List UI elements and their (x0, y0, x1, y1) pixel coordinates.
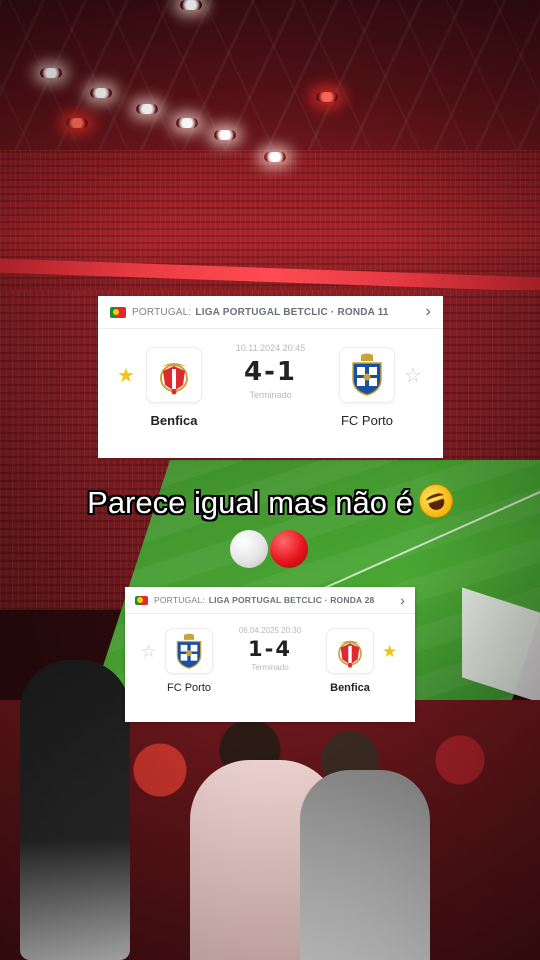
portugal-flag-icon (135, 595, 148, 605)
league-label: LIGA PORTUGAL BETCLIC · RONDA 28 (208, 595, 375, 605)
home-team-name: Benfica (150, 413, 198, 428)
league-label: LIGA PORTUGAL BETCLIC · RONDA 11 (195, 306, 389, 318)
benfica-crest-icon (326, 628, 374, 674)
match-card[interactable]: PORTUGAL: LIGA PORTUGAL BETCLIC · RONDA … (98, 296, 443, 458)
score-block: 06.04.2025 20:30 1-4 Terminado (215, 626, 325, 672)
away-team[interactable]: Benfica (310, 628, 390, 694)
white-circle-icon (230, 530, 268, 568)
match-status: Terminado (251, 663, 289, 672)
home-team-name: FC Porto (166, 682, 211, 694)
chevron-right-icon[interactable]: › (425, 304, 431, 320)
away-team[interactable]: FC Porto (317, 347, 417, 428)
favorite-star-outline-icon[interactable]: ☆ (404, 366, 422, 386)
porto-crest-icon (339, 347, 395, 403)
porto-crest-icon (165, 628, 213, 674)
benfica-crest-icon (146, 347, 202, 403)
country-label: PORTUGAL: (132, 306, 192, 318)
league-header[interactable]: PORTUGAL: LIGA PORTUGAL BETCLIC · RONDA … (98, 296, 443, 329)
club-colors-emoji (230, 530, 308, 568)
country-label: PORTUGAL: (154, 595, 205, 605)
photo-vignette (0, 0, 540, 960)
match-row[interactable]: ☆ FC Porto 06.04.2025 20:30 1-4 Terminad… (125, 614, 415, 722)
league-header[interactable]: PORTUGAL: LIGA PORTUGAL BETCLIC · RONDA … (125, 587, 415, 614)
away-team-name: Benfica (330, 682, 370, 694)
match-row[interactable]: ★ Benfica 10.11.2024 20:45 4-1 Terminado (98, 329, 443, 458)
favorite-star-icon[interactable]: ★ (382, 643, 397, 660)
match-datetime: 06.04.2025 20:30 (238, 626, 302, 635)
match-card[interactable]: PORTUGAL: LIGA PORTUGAL BETCLIC · RONDA … (125, 587, 415, 722)
stadium-background (0, 0, 540, 960)
laughing-emoji-icon (414, 479, 458, 523)
chevron-right-icon[interactable]: › (400, 593, 405, 607)
red-circle-icon (270, 530, 308, 568)
portugal-flag-icon (110, 306, 126, 318)
caption-text: Parece igual mas não é (87, 485, 413, 520)
match-score: 1-4 (248, 637, 292, 661)
away-team-name: FC Porto (340, 413, 393, 428)
video-caption: Parece igual mas não é (0, 479, 540, 523)
